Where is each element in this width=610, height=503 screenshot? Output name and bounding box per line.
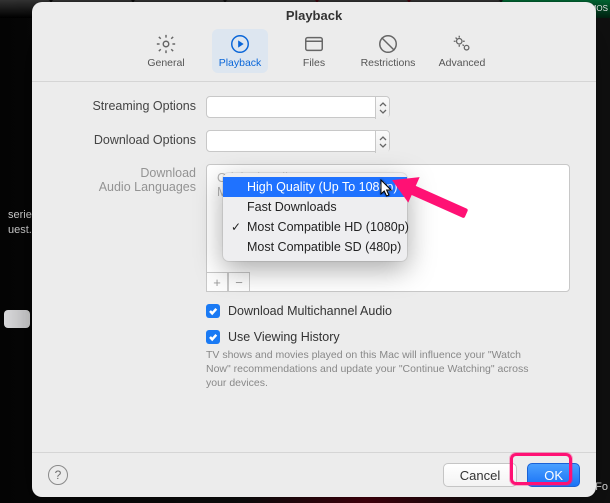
tab-label: Advanced [439, 57, 486, 69]
bg-button [4, 310, 30, 328]
playback-preferences-window: Playback General Playback [32, 2, 596, 497]
multichannel-label: Download Multichannel Audio [228, 304, 392, 318]
chevron-updown-icon [375, 131, 389, 153]
dropdown-item-high-quality[interactable]: High Quality (Up To 1080p) [223, 177, 407, 197]
dropdown-item-fast-downloads[interactable]: Fast Downloads [223, 197, 407, 217]
ok-button[interactable]: OK [527, 463, 580, 487]
streaming-select[interactable] [206, 96, 390, 118]
viewing-history-description: TV shows and movies played on this Mac w… [206, 348, 536, 391]
window-title: Playback [32, 2, 596, 27]
help-button[interactable]: ? [48, 465, 68, 485]
dropdown-item-compatible-hd[interactable]: ✓ Most Compatible HD (1080p) [223, 217, 407, 237]
multichannel-checkbox[interactable]: Download Multichannel Audio [206, 304, 570, 318]
gears-icon [451, 33, 473, 55]
preferences-body: Streaming Options Download Options [32, 82, 596, 452]
audio-languages-label: DownloadAudio Languages [58, 164, 206, 194]
cancel-button[interactable]: Cancel [443, 463, 517, 487]
add-language-button[interactable]: + [206, 272, 228, 292]
play-circle-icon [229, 33, 251, 55]
download-select[interactable] [206, 130, 390, 152]
checkmark-icon [206, 304, 220, 318]
dropdown-item-compatible-sd[interactable]: Most Compatible SD (480p) [223, 237, 407, 257]
tab-restrictions[interactable]: Restrictions [360, 29, 416, 73]
remove-language-button[interactable]: − [228, 272, 250, 292]
tab-general[interactable]: General [138, 29, 194, 73]
gear-icon [155, 33, 177, 55]
window-footer: ? Cancel OK [32, 452, 596, 497]
tab-label: Files [303, 57, 325, 69]
tab-playback[interactable]: Playback [212, 29, 268, 73]
preferences-toolbar: General Playback Files [32, 27, 596, 82]
bg-right-text-2: Fo [595, 481, 608, 493]
viewing-history-label: Use Viewing History [228, 330, 340, 344]
download-label: Download Options [58, 130, 206, 147]
tab-label: Playback [219, 57, 262, 69]
streaming-dropdown-menu: High Quality (Up To 1080p) Fast Download… [223, 173, 407, 261]
tab-label: General [147, 57, 184, 69]
checkmark-icon: ✓ [231, 220, 241, 234]
streaming-label: Streaming Options [58, 96, 206, 113]
tab-files[interactable]: Files [286, 29, 342, 73]
nosign-icon [377, 33, 399, 55]
chevron-updown-icon [375, 97, 389, 119]
checkmark-icon [206, 330, 220, 344]
folder-icon [303, 33, 325, 55]
tab-label: Restrictions [361, 57, 416, 69]
viewing-history-checkbox[interactable]: Use Viewing History [206, 330, 570, 344]
tab-advanced[interactable]: Advanced [434, 29, 490, 73]
